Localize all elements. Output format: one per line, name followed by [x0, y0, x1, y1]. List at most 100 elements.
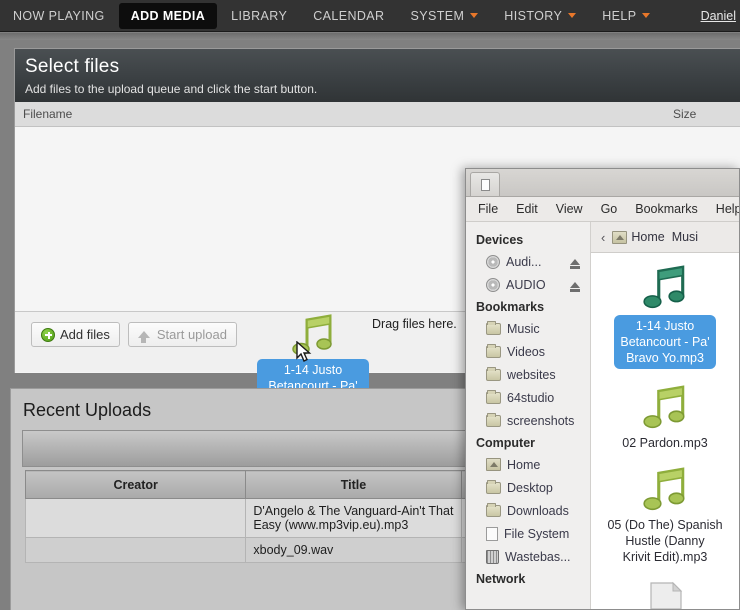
cell-title: D'Angelo & The Vanguard-Ain't That Easy …	[245, 498, 462, 538]
user-account-link[interactable]: Daniel	[701, 9, 736, 23]
sidebar-item-label: File System	[504, 526, 570, 541]
music-note-icon	[643, 265, 685, 309]
nav-item-now-playing[interactable]: NOW PLAYING	[1, 3, 117, 29]
sidebar-item-label: screenshots	[507, 413, 575, 428]
music-note-icon	[643, 467, 685, 511]
sidebar-item-label: AUDIO	[506, 277, 546, 292]
nav-item-calendar[interactable]: CALENDAR	[301, 3, 396, 29]
top-navigation-bar: NOW PLAYING ADD MEDIA LIBRARY CALENDAR S…	[0, 0, 740, 32]
menu-bookmarks[interactable]: Bookmarks	[635, 202, 698, 216]
sidebar-item-downloads[interactable]: Downloads	[466, 499, 590, 522]
menu-edit[interactable]: Edit	[516, 202, 538, 216]
sidebar-heading-devices: Devices	[476, 233, 524, 247]
sidebar-heading-bookmarks: Bookmarks	[476, 300, 545, 314]
folder-icon	[486, 320, 501, 335]
upload-arrow-icon	[137, 331, 150, 343]
sidebar-item-music[interactable]: Music	[466, 317, 590, 340]
file-label: 02 Pardon.mp3	[622, 436, 708, 450]
trash-icon	[486, 549, 499, 564]
sidebar-item-label: 64studio	[507, 390, 555, 405]
menu-go[interactable]: Go	[601, 202, 618, 216]
start-upload-label: Start upload	[156, 327, 227, 342]
sidebar-item-label: websites	[507, 367, 556, 382]
nav-label: ADD MEDIA	[130, 8, 206, 23]
nav-label: CALENDAR	[313, 8, 385, 23]
nav-label: HISTORY	[504, 8, 563, 23]
nav-item-add-media[interactable]: ADD MEDIA	[118, 2, 218, 29]
menu-file[interactable]: File	[478, 202, 498, 216]
sidebar-item-wastebasket[interactable]: Wastebas...	[466, 545, 590, 568]
downloads-folder-icon	[486, 502, 501, 517]
sidebar-item-home[interactable]: Home	[466, 453, 590, 476]
nav-label: NOW PLAYING	[13, 8, 105, 23]
document-tab-icon	[480, 178, 490, 191]
sidebar-item-websites[interactable]: websites	[466, 363, 590, 386]
upload-queue-table-header: Filename Size	[15, 102, 740, 127]
nav-item-library[interactable]: LIBRARY	[219, 3, 299, 29]
column-header-title[interactable]: Title	[245, 470, 462, 499]
menu-help[interactable]: Help	[716, 202, 739, 216]
nav-divider	[0, 33, 740, 40]
page-subtitle: Add files to the upload queue and click …	[25, 82, 318, 96]
breadcrumb: ‹ Home Musi	[591, 222, 739, 253]
sidebar-item-videos[interactable]: Videos	[466, 340, 590, 363]
disc-icon	[486, 254, 500, 269]
file-manager-tabbar	[466, 169, 739, 197]
add-files-button[interactable]: Add files	[31, 322, 120, 347]
cell-creator	[24, 498, 247, 538]
sidebar-item-label: Audi...	[506, 254, 542, 269]
page-title: Select files	[25, 56, 120, 77]
add-files-label: Add files	[60, 327, 110, 342]
sidebar-item-64studio[interactable]: 64studio	[466, 386, 590, 409]
file-item[interactable]: 05 (Do The) Spanish Hustle (Danny Krivit…	[591, 465, 739, 565]
file-item[interactable]: 02 Pardon.mp3	[591, 383, 739, 451]
file-manager-menubar: File Edit View Go Bookmarks Help	[466, 197, 739, 222]
sidebar-item-file-system[interactable]: File System	[466, 522, 590, 545]
folder-icon	[486, 343, 501, 358]
sidebar-item-label: Home	[507, 457, 541, 472]
sidebar-item-audio[interactable]: AUDIO	[466, 273, 590, 296]
sidebar-item-screenshots[interactable]: screenshots	[466, 409, 590, 432]
nav-label: HELP	[602, 8, 637, 23]
sidebar-item-label: Desktop	[507, 480, 553, 495]
menu-view[interactable]: View	[556, 202, 583, 216]
sidebar-heading-computer: Computer	[476, 436, 536, 450]
file-item-selected[interactable]: 1-14 Justo Betancourt - Pa' Bravo Yo.mp3	[591, 263, 739, 369]
cell-creator	[24, 537, 247, 563]
file-manager-sidebar: Devices Audi... AUDIO Bookmarks Music Vi…	[466, 222, 591, 609]
file-manager-tab[interactable]	[470, 172, 500, 196]
desktop-folder-icon	[486, 479, 501, 494]
folder-icon	[486, 412, 501, 427]
sidebar-item-label: Wastebas...	[505, 549, 571, 564]
folder-icon	[486, 366, 501, 381]
nav-item-history[interactable]: HISTORY	[492, 3, 588, 29]
file-item-partial[interactable]	[591, 579, 739, 609]
music-note-icon	[643, 385, 685, 429]
disc-icon	[486, 277, 500, 292]
breadcrumb-label: Home	[631, 230, 665, 244]
document-icon	[650, 581, 683, 609]
sidebar-item-label: Videos	[507, 344, 545, 359]
nav-item-system[interactable]: SYSTEM	[398, 3, 490, 29]
column-header-creator[interactable]: Creator	[24, 470, 247, 499]
start-upload-button[interactable]: Start upload	[127, 322, 237, 347]
chevron-down-icon	[642, 13, 651, 18]
breadcrumb-item-music[interactable]: Musi	[672, 230, 698, 244]
eject-icon[interactable]	[570, 281, 580, 292]
drag-cursor-icon	[296, 341, 312, 362]
breadcrumb-item-home[interactable]: Home	[612, 230, 665, 244]
column-header-size: Size	[673, 107, 697, 121]
home-folder-icon	[486, 458, 501, 471]
chevron-down-icon	[470, 13, 479, 18]
sidebar-item-label: Downloads	[507, 503, 569, 518]
sidebar-item-desktop[interactable]: Desktop	[466, 476, 590, 499]
nav-item-help[interactable]: HELP	[590, 3, 662, 29]
sidebar-item-label: Music	[507, 321, 540, 336]
home-icon	[612, 230, 628, 244]
sidebar-item-audi[interactable]: Audi...	[466, 250, 590, 273]
breadcrumb-back-icon[interactable]: ‹	[601, 230, 605, 245]
column-header-filename: Filename	[23, 107, 73, 121]
file-list: 1-14 Justo Betancourt - Pa' Bravo Yo.mp3…	[591, 253, 739, 609]
chevron-down-icon	[568, 13, 577, 18]
eject-icon[interactable]	[570, 258, 580, 269]
